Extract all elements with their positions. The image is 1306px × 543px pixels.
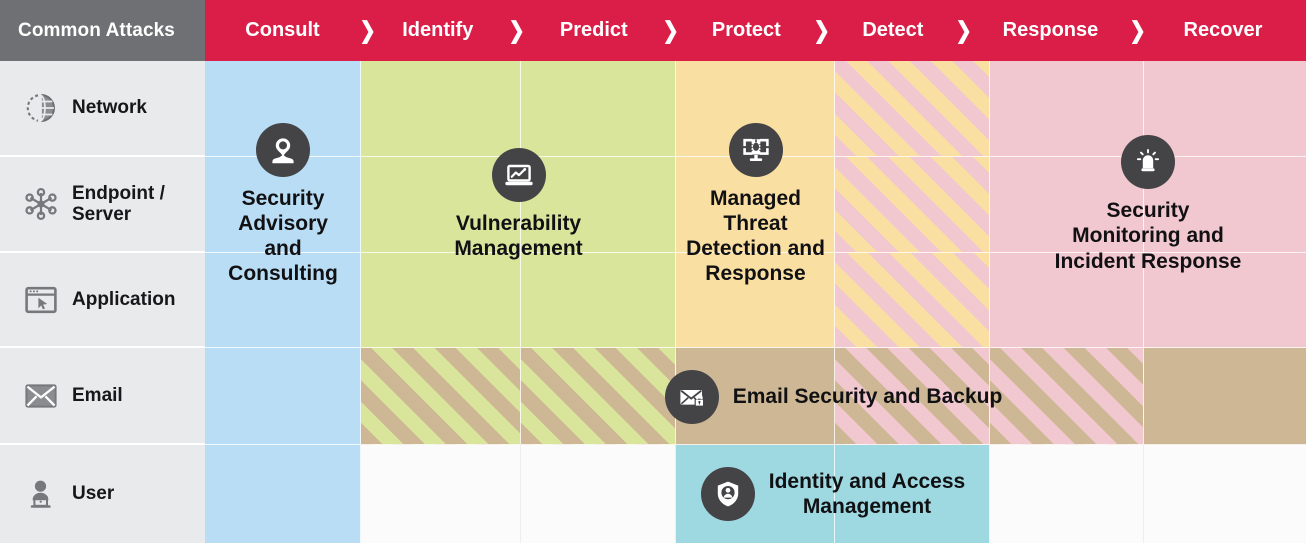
app-window-cursor-icon bbox=[24, 283, 58, 317]
node-cluster-icon bbox=[24, 187, 58, 221]
cell-user-identify[interactable] bbox=[361, 445, 521, 543]
cell-network-protect[interactable] bbox=[676, 61, 835, 157]
cell-network-recover[interactable] bbox=[1144, 61, 1306, 157]
phase-label: Predict bbox=[559, 19, 628, 41]
row-header-user[interactable]: User bbox=[0, 445, 205, 543]
cell-user-consult[interactable] bbox=[205, 445, 361, 543]
cell-user-detect[interactable] bbox=[835, 445, 990, 543]
phase-header-bar: Consult ❯ Identify ❯ Predict ❯ Protect ❯… bbox=[205, 0, 1306, 61]
row-header-network[interactable]: Network bbox=[0, 61, 205, 157]
cell-email-consult[interactable] bbox=[205, 348, 361, 445]
phase-label: Response bbox=[1002, 19, 1099, 41]
phase-separator-6: ❯ bbox=[1120, 19, 1154, 42]
phase-label: Detect bbox=[862, 19, 924, 41]
cell-endpoint-protect[interactable] bbox=[676, 157, 835, 253]
cell-endpoint-consult[interactable] bbox=[205, 157, 361, 253]
cell-endpoint-response[interactable] bbox=[990, 157, 1144, 253]
cell-email-predict[interactable] bbox=[521, 348, 676, 445]
service-coverage-matrix: Common Attacks Consult ❯ Identify ❯ Pred… bbox=[0, 0, 1306, 543]
cell-application-consult[interactable] bbox=[205, 253, 361, 348]
phase-header-detect[interactable]: Detect bbox=[839, 19, 947, 42]
cell-network-predict[interactable] bbox=[521, 61, 676, 157]
phase-header-identify[interactable]: Identify bbox=[375, 19, 500, 42]
cell-network-consult[interactable] bbox=[205, 61, 361, 157]
row-label: Network bbox=[72, 97, 147, 119]
row-label: Endpoint / Server bbox=[72, 182, 165, 225]
phase-header-recover[interactable]: Recover bbox=[1154, 19, 1292, 42]
cell-application-detect[interactable] bbox=[835, 253, 990, 348]
cell-user-response[interactable] bbox=[990, 445, 1144, 543]
phase-separator-3: ❯ bbox=[654, 19, 688, 42]
row-label: Email bbox=[72, 384, 123, 406]
cell-endpoint-detect[interactable] bbox=[835, 157, 990, 253]
cell-application-identify[interactable] bbox=[361, 253, 521, 348]
cell-email-detect[interactable] bbox=[835, 348, 990, 445]
phase-header-predict[interactable]: Predict bbox=[534, 19, 654, 42]
phase-separator-4: ❯ bbox=[805, 19, 839, 42]
chevron-right-icon: ❯ bbox=[955, 17, 972, 43]
row-label: User bbox=[72, 483, 115, 505]
chevron-right-icon: ❯ bbox=[359, 17, 376, 43]
chevron-right-icon: ❯ bbox=[813, 17, 831, 43]
phase-label: Protect bbox=[711, 19, 781, 41]
cell-application-response[interactable] bbox=[990, 253, 1144, 348]
cell-user-recover[interactable] bbox=[1144, 445, 1306, 543]
cell-endpoint-recover[interactable] bbox=[1144, 157, 1306, 253]
phase-separator-2: ❯ bbox=[500, 19, 534, 42]
phase-separator-1: ❯ bbox=[359, 17, 376, 43]
cell-network-response[interactable] bbox=[990, 61, 1144, 157]
chevron-right-icon: ❯ bbox=[662, 17, 679, 43]
row-label: Application bbox=[72, 288, 176, 310]
cell-email-protect[interactable] bbox=[676, 348, 835, 445]
cell-application-predict[interactable] bbox=[521, 253, 676, 348]
cell-email-identify[interactable] bbox=[361, 348, 521, 445]
phase-label: Identify bbox=[402, 19, 474, 41]
user-laptop-icon bbox=[24, 477, 58, 511]
globe-network-icon bbox=[24, 91, 58, 125]
cell-user-protect[interactable] bbox=[676, 445, 835, 543]
cell-email-response[interactable] bbox=[990, 348, 1144, 445]
row-header-email[interactable]: Email bbox=[0, 348, 205, 445]
matrix-corner-header: Common Attacks bbox=[0, 0, 205, 61]
cell-endpoint-identify[interactable] bbox=[361, 157, 521, 253]
chevron-right-icon: ❯ bbox=[1129, 17, 1146, 43]
row-header-application[interactable]: Application bbox=[0, 253, 205, 348]
phase-header-protect[interactable]: Protect bbox=[687, 19, 805, 42]
phase-label: Recover bbox=[1183, 19, 1263, 41]
cell-network-detect[interactable] bbox=[835, 61, 990, 157]
row-header-endpoint-server[interactable]: Endpoint / Server bbox=[0, 157, 205, 253]
chevron-right-icon: ❯ bbox=[508, 17, 526, 43]
corner-label: Common Attacks bbox=[18, 19, 175, 41]
cell-email-recover[interactable] bbox=[1144, 348, 1306, 445]
cell-application-protect[interactable] bbox=[676, 253, 835, 348]
phase-label: Consult bbox=[245, 19, 320, 41]
envelope-icon bbox=[24, 379, 58, 413]
cell-user-predict[interactable] bbox=[521, 445, 676, 543]
phase-separator-5: ❯ bbox=[947, 19, 981, 42]
cell-application-recover[interactable] bbox=[1144, 253, 1306, 348]
cell-endpoint-predict[interactable] bbox=[521, 157, 676, 253]
phase-header-response[interactable]: Response bbox=[980, 19, 1120, 42]
cell-network-identify[interactable] bbox=[361, 61, 521, 157]
phase-header-consult[interactable]: Consult bbox=[205, 19, 360, 42]
